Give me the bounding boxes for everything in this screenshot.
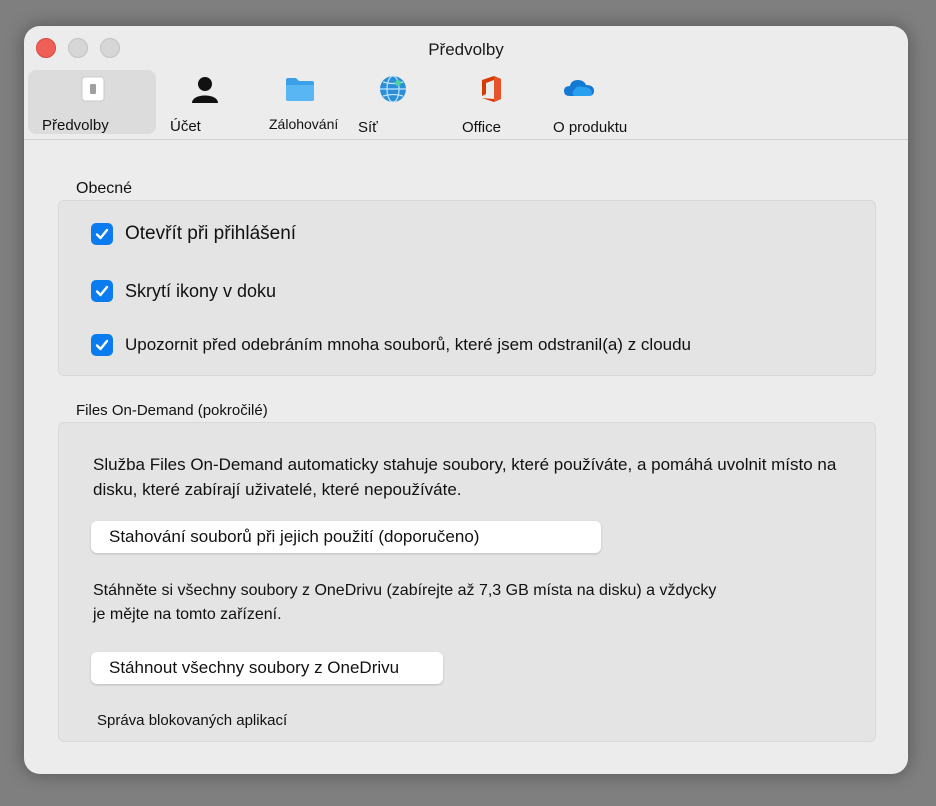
download-all-description-line1: Stáhněte si všechny soubory z OneDrivu (… xyxy=(93,582,717,599)
tab-backup[interactable]: Zálohování xyxy=(262,70,354,134)
tab-network[interactable]: Síť xyxy=(354,70,434,136)
toolbar-divider xyxy=(24,139,908,140)
tab-about[interactable]: O produktu xyxy=(548,70,648,136)
download-all-description-line2: je mějte na tomto zařízení. xyxy=(93,606,282,623)
open-at-login-option[interactable]: Otevřít při přihlášení xyxy=(91,221,296,247)
tab-office[interactable]: Office xyxy=(452,70,532,136)
tab-about-label: O produktu xyxy=(553,119,628,136)
hide-dock-icon-checkbox[interactable] xyxy=(91,280,113,302)
fod-description: Služba Files On-Demand automaticky stahu… xyxy=(93,452,836,502)
tab-account[interactable]: Účet xyxy=(164,70,244,135)
fod-description-line1: Služba Files On-Demand automaticky stahu… xyxy=(93,455,837,474)
general-panel: Otevřít při přihlášení Skrytí ikony v do… xyxy=(58,200,876,376)
open-at-login-checkbox[interactable] xyxy=(91,223,113,245)
globe-icon xyxy=(378,74,408,104)
tab-preferences[interactable]: Předvolby xyxy=(28,70,156,134)
tab-office-label: Office xyxy=(462,119,501,136)
fod-panel: Služba Files On-Demand automaticky stahu… xyxy=(58,422,876,742)
office-icon xyxy=(476,74,506,104)
warn-mass-delete-label: Upozornit před odebráním mnoha souborů, … xyxy=(125,335,692,354)
open-at-login-label: Otevřít při přihlášení xyxy=(125,223,297,244)
general-section-title: Obecné xyxy=(76,180,133,197)
hide-dock-icon-label: Skrytí ikony v doku xyxy=(125,280,277,301)
tab-preferences-label: Předvolby xyxy=(42,117,109,134)
checkmark-icon xyxy=(95,285,109,297)
person-icon xyxy=(190,74,220,104)
checkmark-icon xyxy=(95,339,109,351)
window-title: Předvolby xyxy=(428,40,504,59)
fod-section-title: Files On-Demand (pokročilé) xyxy=(76,402,268,419)
warn-mass-delete-option[interactable]: Upozornit před odebráním mnoha souborů, … xyxy=(91,332,691,358)
download-all-button[interactable]: Stáhnout všechny soubory z OneDrivu xyxy=(91,652,443,684)
switch-icon xyxy=(78,74,108,104)
tab-backup-label: Zálohování xyxy=(269,116,339,132)
preferences-window: Předvolby Předvolby Účet Zálohování Síť … xyxy=(24,26,908,774)
download-all-description: Stáhněte si všechny soubory z OneDrivu (… xyxy=(93,579,716,627)
folder-icon xyxy=(284,74,314,104)
warn-mass-delete-checkbox[interactable] xyxy=(91,334,113,356)
cloud-icon xyxy=(562,74,594,104)
tab-network-label: Síť xyxy=(358,119,378,136)
tab-account-label: Účet xyxy=(170,118,201,135)
fod-description-line2: disku, které zabírají uživatelé, které n… xyxy=(93,480,462,499)
download-on-use-button[interactable]: Stahování souborů při jejich použití (do… xyxy=(91,521,601,553)
hide-dock-icon-option[interactable]: Skrytí ikony v doku xyxy=(91,278,276,304)
blocked-apps-link[interactable]: Správa blokovaných aplikací xyxy=(97,712,287,729)
checkmark-icon xyxy=(95,228,109,240)
